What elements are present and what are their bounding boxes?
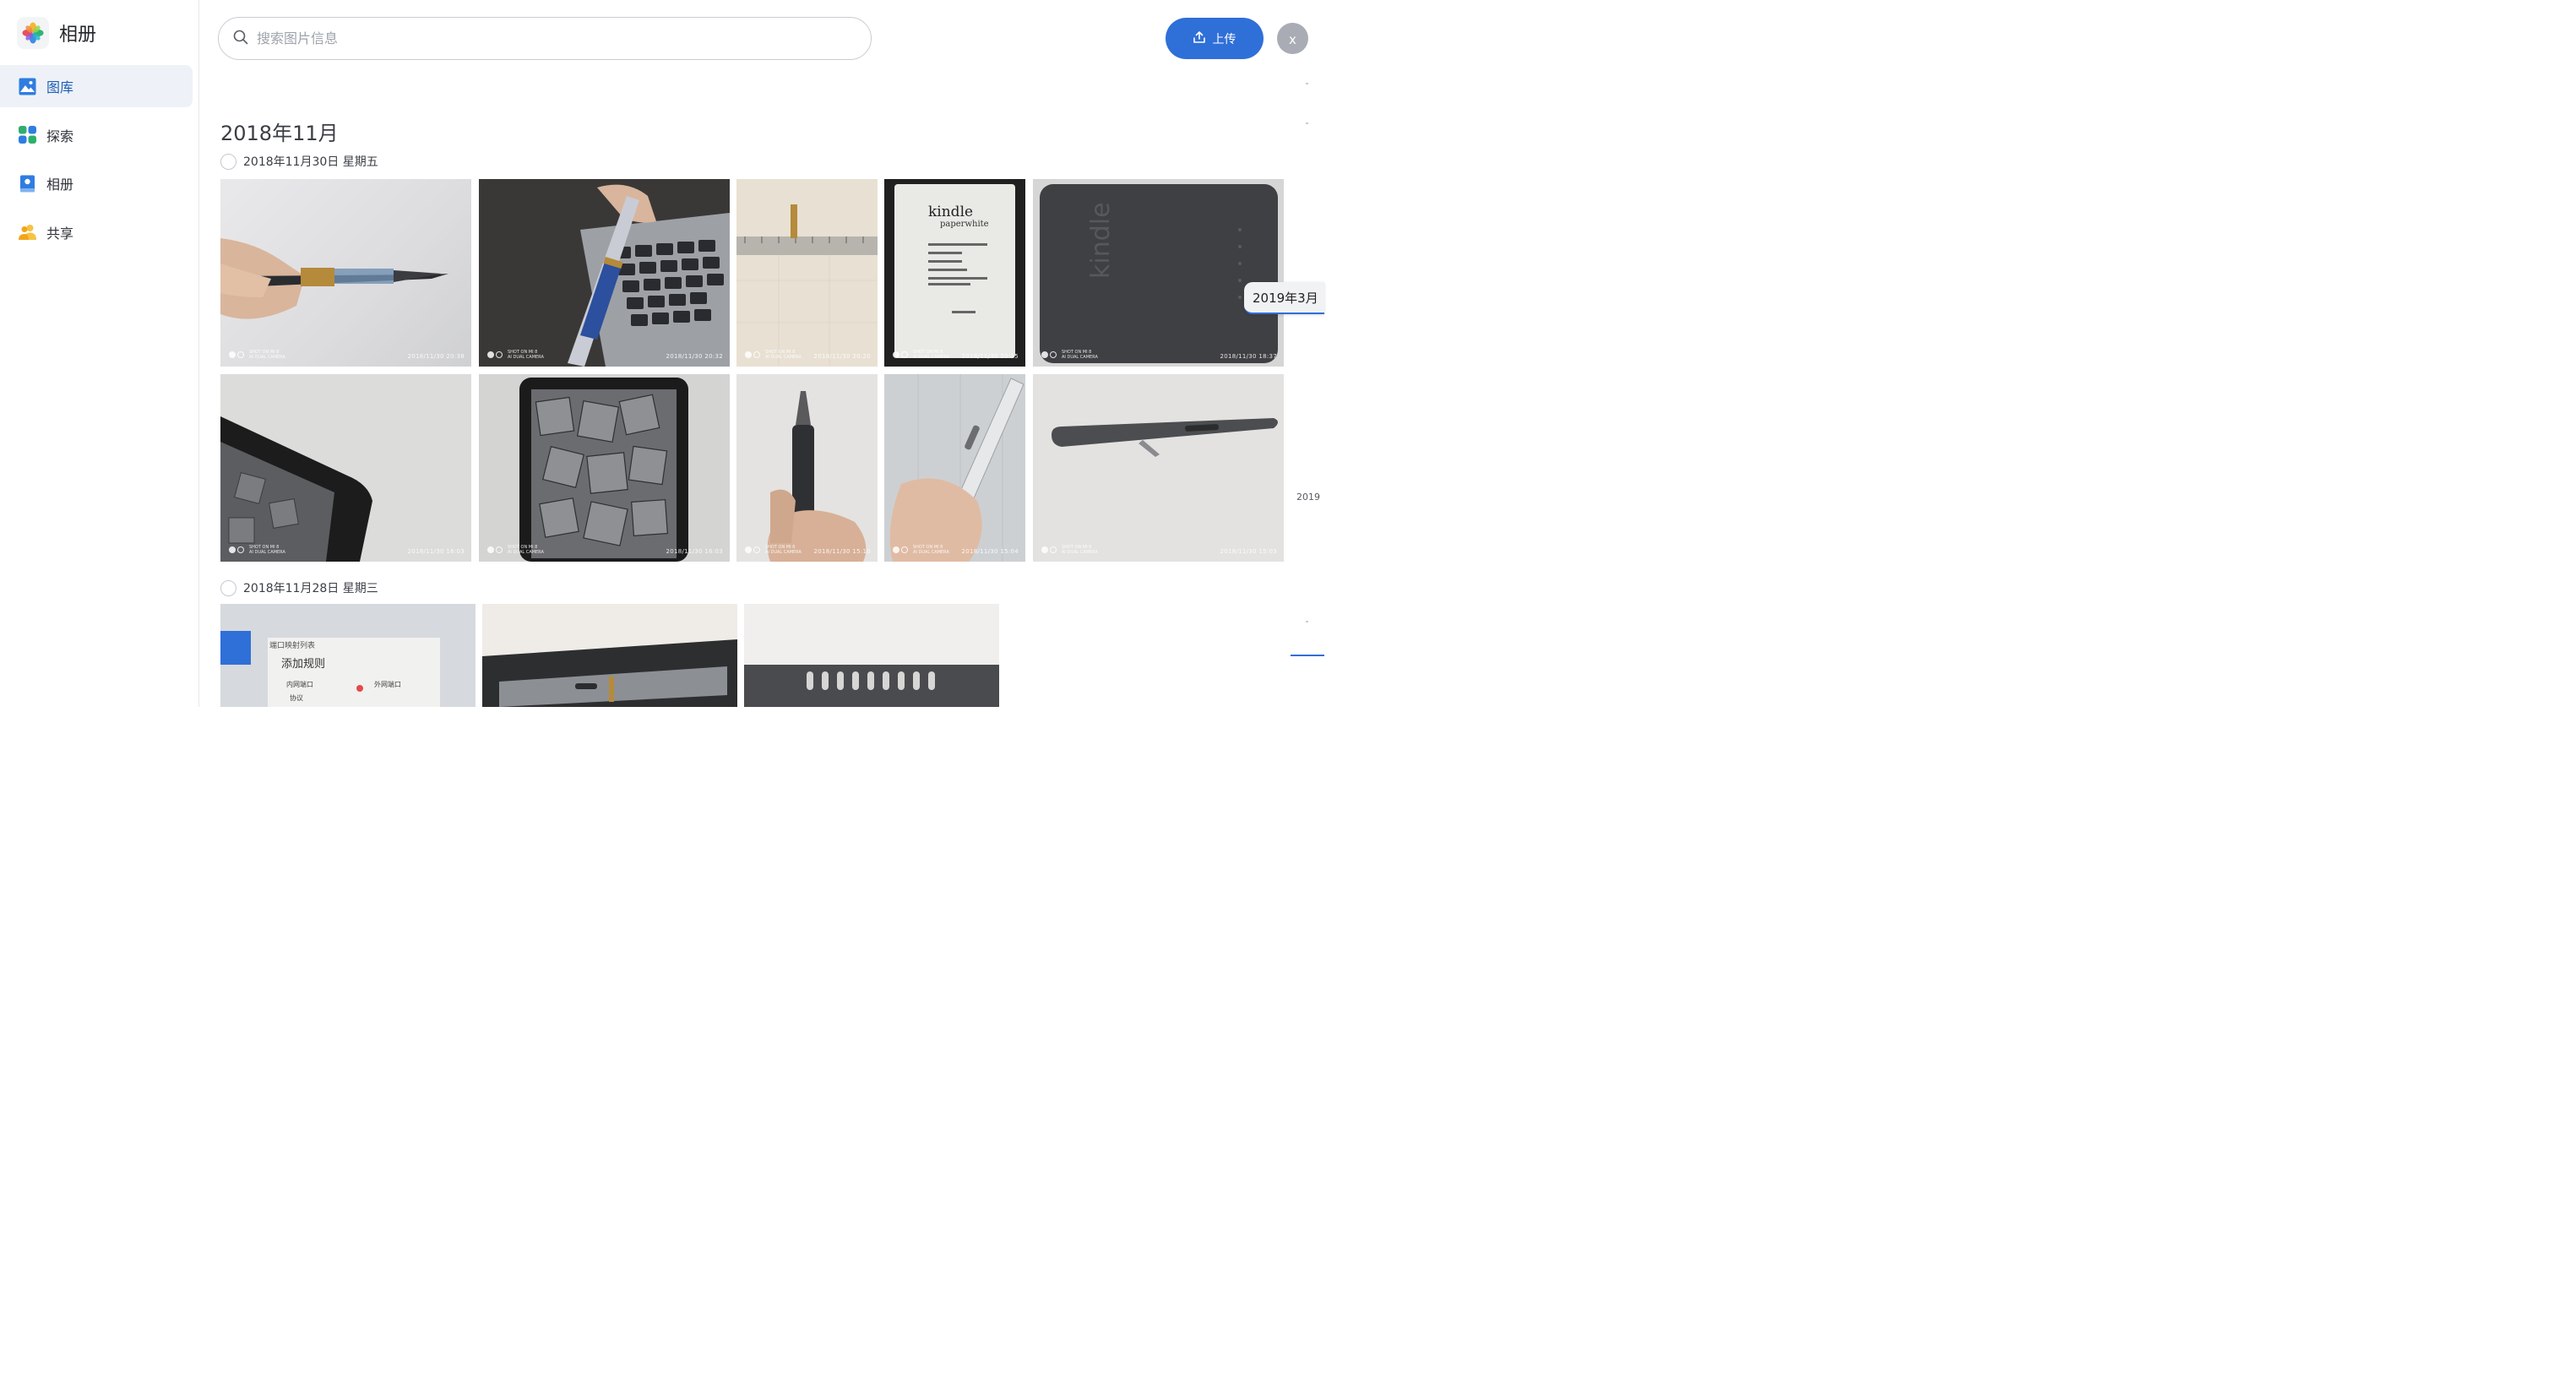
photo-thumbnail[interactable]: kindle paperwhite SHOT ON MI 8 AI DUAL CA… — [884, 179, 1025, 367]
camera-watermark: SHOT ON MI 8 AI DUAL CAMERA — [1041, 350, 1098, 360]
photo-thumbnail[interactable]: SHOT ON MI 8 AI DUAL CAMERA 2018/11/30 16… — [220, 374, 471, 562]
sidebar-item-explore[interactable]: 探索 — [0, 114, 193, 156]
day-date-label: 2018年11月30日 星期五 — [243, 155, 378, 169]
share-icon — [19, 223, 36, 241]
photo-image — [220, 374, 471, 562]
photo-thumbnail[interactable]: SHOT ON MI 8 AI DUAL CAMERA 2018/11/30 15… — [736, 374, 878, 562]
explore-icon — [19, 126, 36, 144]
sidebar-item-label: 相册 — [46, 177, 74, 193]
sidebar-item-label: 图库 — [46, 79, 74, 95]
app-title: 相册 — [59, 24, 97, 46]
svg-text:外网端口: 外网端口 — [374, 680, 401, 688]
svg-text:kindle: kindle — [1086, 202, 1116, 279]
photo-image — [479, 374, 730, 562]
svg-text:添加规则: 添加规则 — [281, 658, 325, 671]
photo-thumbnail[interactable]: 端口映射列表 添加规则 内网端口 外网端口 协议 — [220, 604, 476, 707]
day-header: 2018年11月28日 星期三 — [220, 579, 378, 596]
timeline-current-label: 2019年3月 — [1244, 282, 1324, 314]
svg-text:端口映射列表: 端口映射列表 — [269, 640, 315, 650]
camera-watermark: SHOT ON MI 8 AI DUAL CAMERA — [229, 545, 285, 555]
photo-timestamp: 2018/11/30 15:03 — [1220, 548, 1277, 555]
photo-image — [220, 238, 448, 319]
photo-image — [744, 604, 999, 707]
select-day-checkbox[interactable] — [220, 153, 236, 170]
photo-timestamp: 2018/11/30 18:37 — [1220, 353, 1277, 360]
photo-thumbnail[interactable]: SHOT ON MI 8 AI DUAL CAMERA 2018/11/30 15… — [884, 374, 1025, 562]
day-date-label: 2018年11月28日 星期三 — [243, 582, 378, 595]
sidebar: 相册 图库 探索 相册 共享 — [0, 0, 199, 707]
camera-watermark: SHOT ON MI 8 AI DUAL CAMERA — [229, 350, 285, 360]
photo-image — [736, 374, 878, 562]
timeline-year-label[interactable]: 2019 — [1296, 492, 1320, 503]
search-icon — [233, 30, 248, 48]
photo-image — [482, 604, 737, 707]
photo-thumbnail[interactable] — [482, 604, 737, 707]
photo-timestamp: 2018/11/30 20:38 — [407, 353, 465, 360]
photo-thumbnail[interactable]: SHOT ON MI 8 AI DUAL CAMERA 2018/11/30 16… — [479, 374, 730, 562]
camera-watermark: SHOT ON MI 8 AI DUAL CAMERA — [487, 350, 544, 360]
photo-thumbnail[interactable]: kindle SHOT ON MI 8 AI DUAL CAMERA 2018/1… — [1033, 179, 1284, 367]
photo-thumbnail[interactable]: SHOT ON MI 8 AI DUAL CAMERA 2018/11/30 20… — [736, 179, 878, 367]
day-header: 2018年11月30日 星期五 — [220, 153, 378, 170]
svg-text:paperwhite: paperwhite — [940, 220, 989, 229]
sidebar-item-share[interactable]: 共享 — [0, 211, 193, 253]
app-brand[interactable]: 相册 — [17, 17, 96, 49]
user-avatar[interactable]: x — [1277, 23, 1308, 54]
camera-watermark: SHOT ON MI 8 AI DUAL CAMERA — [893, 350, 949, 360]
photo-timestamp: 2018/11/30 15:04 — [961, 548, 1019, 555]
photo-image — [1033, 374, 1284, 562]
month-title: 2018年11月 — [220, 122, 339, 145]
sidebar-nav: 图库 探索 相册 共享 — [0, 65, 199, 259]
upload-label: 上传 — [1212, 32, 1236, 46]
upload-button[interactable]: 上传 — [1166, 18, 1264, 59]
photo-image: kindle paperwhite — [884, 179, 1025, 367]
camera-watermark: SHOT ON MI 8 AI DUAL CAMERA — [893, 545, 949, 555]
sidebar-item-album[interactable]: 相册 — [0, 162, 193, 204]
timeline-tick — [1306, 122, 1308, 124]
svg-text:内网端口: 内网端口 — [286, 680, 313, 688]
photo-timestamp: 2018/11/30 16:03 — [407, 548, 465, 555]
photo-thumbnail[interactable] — [744, 604, 999, 707]
sidebar-item-gallery[interactable]: 图库 — [0, 65, 193, 107]
photo-timestamp: 2018/11/30 20:20 — [813, 353, 871, 360]
search-input[interactable] — [257, 30, 831, 46]
sidebar-item-label: 探索 — [46, 128, 74, 144]
sidebar-item-label: 共享 — [46, 225, 74, 242]
photo-timestamp: 2018/11/30 16:03 — [666, 548, 723, 555]
timeline-tick — [1306, 621, 1308, 622]
photo-image — [479, 179, 730, 367]
photo-image: 端口映射列表 添加规则 内网端口 外网端口 协议 — [220, 604, 476, 707]
timeline-scroll-indicator — [1291, 655, 1324, 656]
photo-thumbnail[interactable]: SHOT ON MI 8 AI DUAL CAMERA 2018/11/30 15… — [1033, 374, 1284, 562]
photo-image — [884, 374, 1025, 562]
photo-thumbnail[interactable]: SHOT ON MI 8 AI DUAL CAMERA 2018/11/30 20… — [220, 179, 471, 367]
photo-timestamp: 2018/11/30 20:15 — [961, 353, 1019, 360]
photo-image: kindle — [1033, 179, 1284, 367]
camera-watermark: SHOT ON MI 8 AI DUAL CAMERA — [745, 350, 802, 360]
photo-image — [736, 179, 878, 367]
svg-text:kindle: kindle — [928, 204, 973, 220]
timeline-scrubber[interactable] — [1287, 68, 1324, 707]
svg-text:协议: 协议 — [290, 693, 303, 702]
camera-watermark: SHOT ON MI 8 AI DUAL CAMERA — [745, 545, 802, 555]
camera-watermark: SHOT ON MI 8 AI DUAL CAMERA — [487, 545, 544, 555]
upload-icon — [1193, 30, 1205, 46]
photo-timestamp: 2018/11/30 20:32 — [666, 353, 723, 360]
search-bar[interactable] — [218, 17, 872, 60]
photos-logo-icon — [17, 17, 49, 49]
photo-timestamp: 2018/11/30 15:10 — [813, 548, 871, 555]
timeline-tick — [1306, 83, 1308, 84]
album-icon — [19, 175, 36, 193]
photo-thumbnail[interactable]: SHOT ON MI 8 AI DUAL CAMERA 2018/11/30 20… — [479, 179, 730, 367]
select-day-checkbox[interactable] — [220, 579, 236, 596]
gallery-icon — [19, 78, 36, 95]
camera-watermark: SHOT ON MI 8 AI DUAL CAMERA — [1041, 545, 1098, 555]
